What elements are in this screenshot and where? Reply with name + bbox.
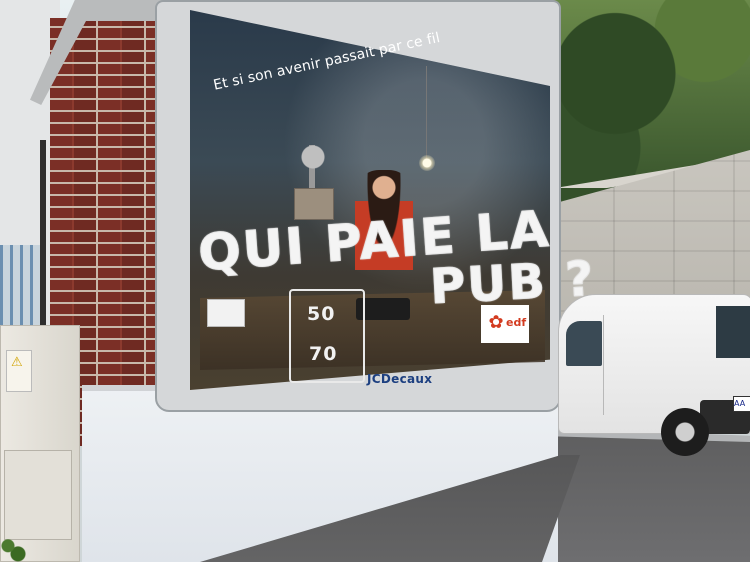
drain-pipe bbox=[40, 140, 46, 330]
cabinet-panel bbox=[4, 450, 72, 540]
van-door-line bbox=[603, 315, 604, 415]
warning-icon: ⚠ bbox=[11, 355, 23, 370]
van-rear-window bbox=[716, 306, 750, 358]
van-wheel bbox=[661, 408, 709, 456]
lamp-wire bbox=[426, 66, 427, 161]
van-license-plate: AA 55 bbox=[733, 396, 750, 412]
price-bottom: 70 bbox=[309, 343, 338, 365]
jcdecaux-logo: JCDecaux bbox=[367, 372, 433, 386]
edf-flower-icon: ✿ bbox=[488, 312, 504, 333]
house-window bbox=[0, 245, 45, 330]
plant bbox=[0, 535, 40, 562]
light-bulb bbox=[419, 155, 435, 171]
price-top: 50 bbox=[307, 303, 336, 325]
price-scribble: 50 70 bbox=[289, 289, 365, 383]
edf-text: edf bbox=[506, 316, 527, 329]
street-scene: Et si son avenir passait par ce fil QUI … bbox=[0, 0, 750, 562]
paper-sticker bbox=[207, 299, 245, 327]
van-front-window bbox=[566, 321, 602, 366]
edf-logo: ✿ edf bbox=[481, 305, 529, 343]
